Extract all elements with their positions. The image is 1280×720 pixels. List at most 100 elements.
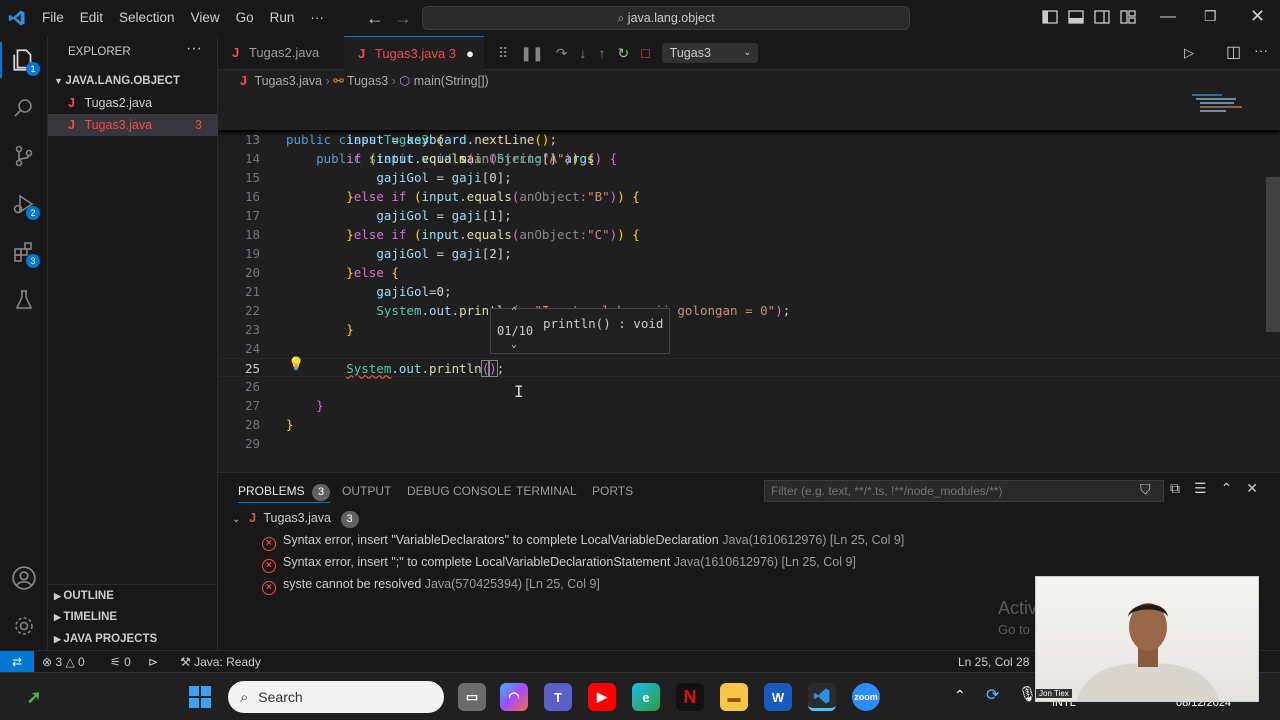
run-icon[interactable]: ▷ <box>1184 45 1194 61</box>
widgets-icon[interactable]: ➚ <box>20 683 48 711</box>
task-view-icon[interactable]: ▭ <box>458 683 486 711</box>
problem-location: [Ln 25, Col 9] <box>829 533 905 547</box>
editor-more-icon[interactable]: ··· <box>1254 42 1268 58</box>
tab-terminal[interactable]: TERMINAL <box>516 479 577 503</box>
menu-more[interactable]: ··· <box>302 0 332 36</box>
sticky-line[interactable]: 3 public static void main(String[] args)… <box>218 111 1280 166</box>
testing-flask-icon[interactable] <box>0 276 48 324</box>
sticky-line[interactable]: 2 public class Tugas3 { <box>218 92 1280 147</box>
minimap[interactable] <box>1188 92 1268 132</box>
view-as-list-icon[interactable]: ☰ <box>1194 480 1207 497</box>
debug-config-select[interactable]: Tugas3 ⌄ <box>661 43 758 63</box>
breadcrumb-file[interactable]: Tugas3.java <box>250 74 322 88</box>
file-item-tugas3[interactable]: J Tugas3.java 3 <box>48 114 218 136</box>
breadcrumb-method[interactable]: main(String[]) <box>414 74 489 88</box>
tab-debug-console[interactable]: DEBUG CONSOLE <box>407 479 512 503</box>
close-panel-icon[interactable]: ✕ <box>1246 480 1258 497</box>
split-editor-icon[interactable]: ◫ <box>1226 42 1241 62</box>
java-status[interactable]: ⚒ Java: Ready <box>180 651 261 673</box>
file-item-tugas2[interactable]: J Tugas2.java <box>48 92 218 114</box>
cursor-position[interactable]: Ln 25, Col 28 <box>958 651 1029 673</box>
folder-header[interactable]: ▼ JAVA.LANG.OBJECT <box>48 70 218 92</box>
outline-section[interactable]: ▶ OUTLINE <box>48 584 218 606</box>
zoom-icon[interactable]: zoom <box>852 683 880 711</box>
collapse-all-icon[interactable]: ⧉ <box>1170 480 1180 497</box>
java-projects-section[interactable]: ▶ JAVA PROJECTS <box>48 628 218 650</box>
remote-indicator-icon[interactable]: ⇄ <box>0 651 34 672</box>
search-view-icon[interactable] <box>0 84 48 132</box>
vertical-scrollbar[interactable] <box>1266 177 1280 332</box>
source-control-icon[interactable] <box>0 132 48 180</box>
tab-tugas2[interactable]: J Tugas2.java <box>218 36 344 70</box>
restore-icon[interactable]: ❐ <box>1204 8 1217 25</box>
search-icon: ⌕ <box>240 689 249 706</box>
forward-arrow-icon[interactable]: → <box>394 8 412 29</box>
problem-file-group[interactable]: ⌄ J Tugas3.java 3 <box>232 507 359 529</box>
timeline-section[interactable]: ▶ TIMELINE <box>48 606 218 628</box>
accounts-icon[interactable] <box>0 554 48 602</box>
customize-layout-icon[interactable] <box>1120 9 1136 25</box>
problems-filter-input[interactable] <box>764 480 1164 502</box>
menu-go[interactable]: Go <box>228 0 262 36</box>
netflix-icon[interactable]: N <box>676 683 704 711</box>
teams-icon[interactable]: T <box>544 683 572 711</box>
step-into-icon[interactable]: ↓ <box>579 45 586 61</box>
tab-output[interactable]: OUTPUT <box>342 479 391 503</box>
edge-icon[interactable]: e <box>632 683 660 711</box>
breadcrumb-class[interactable]: Tugas3 <box>347 74 388 88</box>
tab-tugas3[interactable]: J Tugas3.java 3 ● <box>344 36 484 70</box>
menu-file[interactable]: File <box>34 0 72 36</box>
unsaved-dot-icon[interactable]: ● <box>466 37 474 71</box>
step-over-icon[interactable]: ↷ <box>556 45 568 62</box>
toggle-sidebar-icon[interactable] <box>1042 9 1058 25</box>
chevron-down-icon[interactable]: ⌄ <box>511 339 517 350</box>
command-center-search[interactable]: ⌕ java.lang.object <box>422 6 910 30</box>
show-hidden-icons-icon[interactable]: ⌃ <box>954 687 966 704</box>
restart-icon[interactable]: ↻ <box>617 45 629 62</box>
vscode-taskbar-icon[interactable] <box>808 683 836 711</box>
word-icon[interactable]: W <box>764 683 792 711</box>
maximize-panel-icon[interactable]: ⌃ <box>1221 480 1233 497</box>
stop-icon[interactable]: □ <box>641 45 649 61</box>
debug-status-icon[interactable]: ⊳ <box>148 651 158 673</box>
explorer-icon[interactable]: 1 <box>0 36 48 84</box>
tab-problems[interactable]: PROBLEMS 3 <box>238 479 331 503</box>
tab-ports[interactable]: PORTS <box>592 479 633 503</box>
code-editor[interactable]: 2 public class Tugas3 { 3 public static … <box>218 92 1280 472</box>
pause-icon[interactable]: ❚❚ <box>520 45 543 62</box>
line-number: 19 <box>244 246 260 261</box>
chevron-up-icon[interactable]: ⌃ <box>511 306 517 317</box>
menu-selection[interactable]: Selection <box>111 0 183 36</box>
problems-status[interactable]: ⊗ 3 △ 0 <box>42 651 85 673</box>
problem-row[interactable]: × syste cannot be resolved Java(570425394… <box>262 573 600 595</box>
menu-run[interactable]: Run <box>262 0 303 36</box>
lightbulb-icon[interactable]: 💡 <box>288 357 304 372</box>
settings-gear-icon[interactable] <box>0 602 48 650</box>
toggle-secondary-sidebar-icon[interactable] <box>1094 9 1110 25</box>
problem-row[interactable]: × Syntax error, insert ";" to complete Lo… <box>262 551 856 573</box>
toggle-panel-icon[interactable] <box>1068 9 1084 25</box>
line-number: 17 <box>244 208 260 223</box>
filter-icon[interactable]: ⛉ <box>1140 481 1151 498</box>
menu-edit[interactable]: Edit <box>72 0 111 36</box>
close-icon[interactable]: ✕ <box>1250 6 1265 27</box>
explorer-more-icon[interactable]: ··· <box>186 40 202 58</box>
sync-icon[interactable]: ⟳ <box>986 685 999 705</box>
back-arrow-icon[interactable]: ← <box>366 8 384 29</box>
ports-status[interactable]: ⚟ 0 <box>110 651 131 673</box>
problem-row[interactable]: × Syntax error, insert "VariableDeclarato… <box>262 529 904 551</box>
extensions-icon[interactable]: 3 <box>0 228 48 276</box>
breadcrumb: J Tugas3.java › ⚯ Tugas3 › ⬡ main(String… <box>218 70 1280 92</box>
menu-view[interactable]: View <box>183 0 228 36</box>
run-debug-icon[interactable]: 2 <box>0 180 48 228</box>
windows-start-icon[interactable] <box>186 683 214 711</box>
tab-label: PROBLEMS <box>238 484 305 498</box>
watermark-line2: Go to <box>998 622 1030 637</box>
step-out-icon[interactable]: ↑ <box>598 45 605 61</box>
youtube-icon[interactable]: ▶ <box>588 683 616 711</box>
minimize-icon[interactable]: — <box>1160 8 1176 26</box>
drag-handle-icon[interactable]: ⠿ <box>498 45 508 62</box>
copilot-icon[interactable]: ◠ <box>500 683 528 711</box>
file-explorer-icon[interactable]: ▬ <box>720 683 748 711</box>
taskbar-search[interactable]: ⌕ Search <box>228 681 444 713</box>
